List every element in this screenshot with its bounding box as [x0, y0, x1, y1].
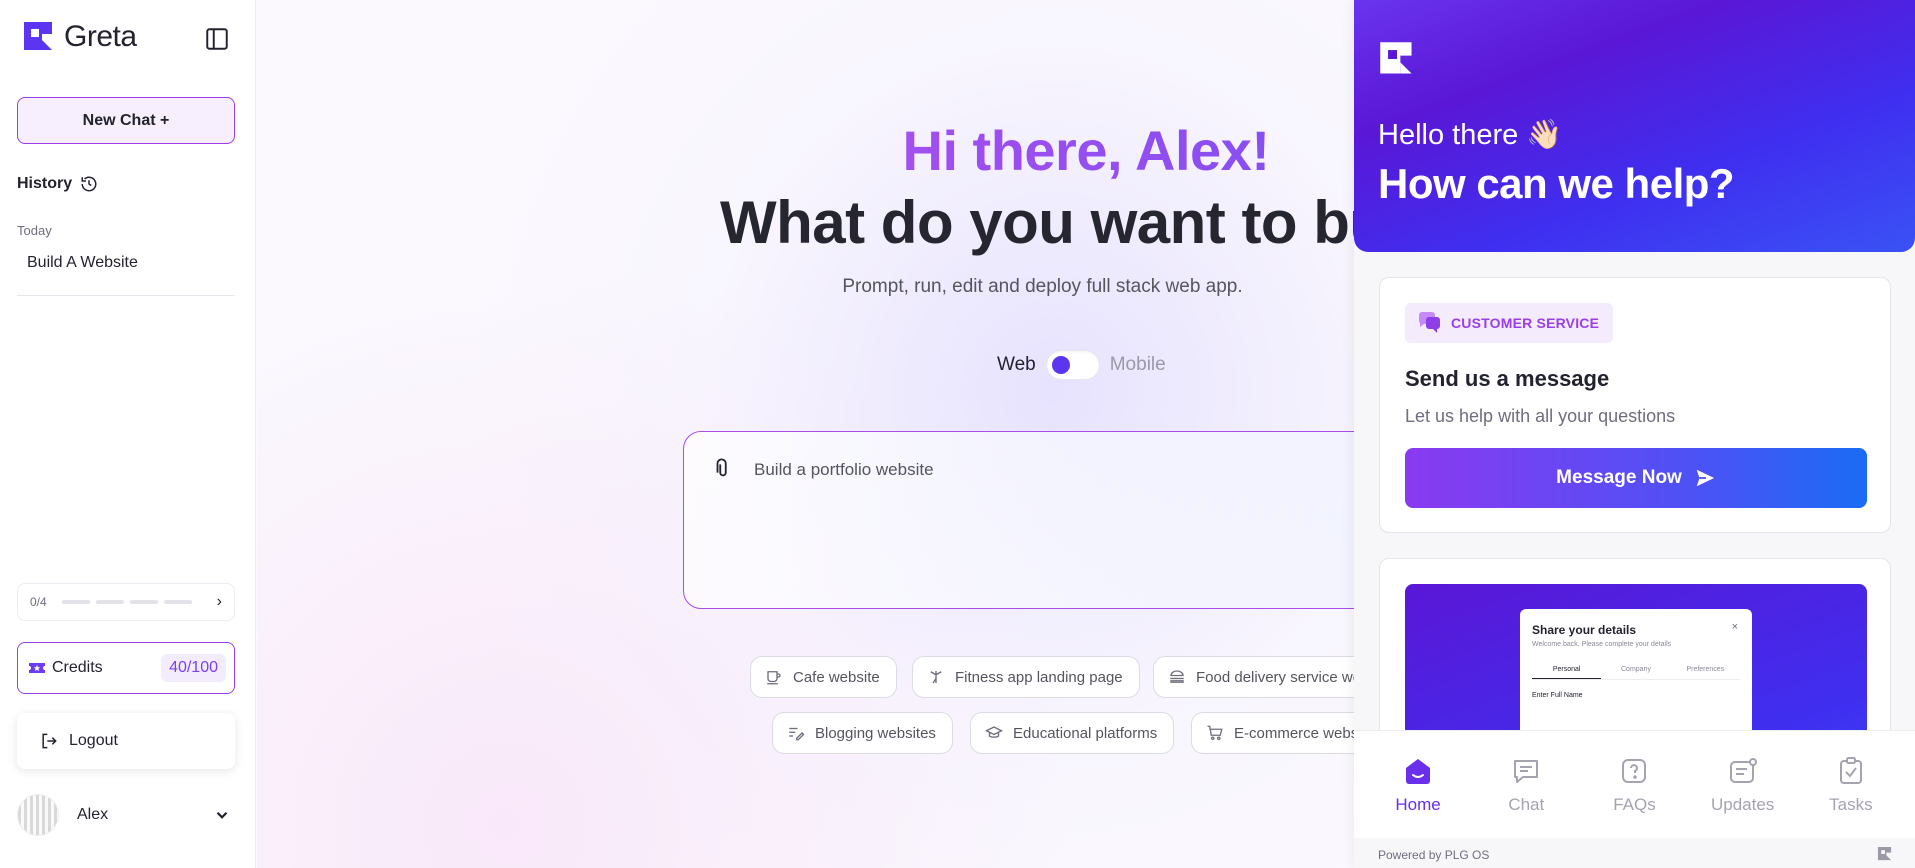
nav-label: Home — [1395, 794, 1441, 814]
progress-segment — [62, 600, 90, 604]
home-icon — [1406, 758, 1431, 784]
logout-button[interactable]: Logout — [17, 713, 235, 769]
nav-label: Updates — [1710, 794, 1775, 814]
progress-segment — [130, 600, 158, 604]
powered-by: Powered by PLG OS — [1378, 848, 1490, 862]
sidebar: Greta New Chat + History Today Build A W… — [0, 0, 256, 868]
mini-form-preview: Share your details Welcome back. Please … — [1520, 609, 1752, 749]
history-header: History — [17, 175, 98, 193]
onboarding-progress[interactable]: 0/4 › — [17, 583, 235, 621]
mini-form-field: Enter Full Name — [1532, 692, 1583, 699]
mini-tab-personal: Personal — [1532, 666, 1602, 679]
suggestion-chip-blogging[interactable]: Blogging websites — [772, 712, 953, 754]
chevron-right-icon: › — [216, 593, 222, 610]
message-card-title: Send us a message — [1405, 366, 1610, 391]
chip-label: Blogging websites — [815, 724, 936, 742]
user-name: Alex — [77, 806, 109, 823]
nav-tasks[interactable]: Tasks — [1806, 755, 1896, 815]
faq-icon — [1622, 758, 1647, 783]
brand-name: Greta — [64, 20, 137, 53]
chat-bubbles-icon — [1419, 312, 1440, 333]
paperclip-icon[interactable] — [712, 458, 734, 480]
badge-label: CUSTOMER SERVICE — [1451, 315, 1600, 331]
send-icon — [1696, 469, 1714, 487]
logout-label: Logout — [69, 732, 118, 749]
credits-count: 40/100 — [161, 654, 226, 682]
nav-chat[interactable]: Chat — [1481, 755, 1571, 815]
fitness-icon — [930, 671, 942, 684]
history-icon[interactable] — [80, 175, 98, 193]
close-icon: × — [1731, 621, 1738, 633]
graduation-cap-icon — [985, 726, 1003, 738]
message-card-subtitle: Let us help with all your questions — [1405, 406, 1676, 426]
nav-updates[interactable]: Updates — [1698, 755, 1788, 815]
ticket-icon — [29, 663, 45, 673]
progress-text: 0/4 — [30, 595, 47, 609]
chat-icon — [1514, 759, 1539, 783]
widget-headline: How can we help? — [1378, 160, 1735, 207]
message-now-label: Message Now — [1556, 467, 1682, 488]
message-now-button[interactable]: Message Now — [1405, 448, 1867, 508]
widget-hello: Hello there 👋🏻 — [1378, 119, 1563, 151]
history-item[interactable]: Build A Website — [27, 254, 138, 272]
nav-label: FAQs — [1613, 794, 1656, 814]
history-label: History — [17, 175, 73, 192]
chip-label: Cafe website — [793, 668, 880, 686]
brand[interactable]: Greta — [22, 20, 137, 54]
progress-segment — [96, 600, 124, 604]
mode-mobile-label[interactable]: Mobile — [1110, 354, 1166, 376]
progress-segments — [62, 600, 209, 604]
suggestion-chip-fitness[interactable]: Fitness app landing page — [912, 656, 1140, 698]
plg-small-logo-icon — [1877, 846, 1892, 861]
mini-form-title: Share your details — [1532, 623, 1637, 637]
nav-home[interactable]: Home — [1373, 755, 1463, 815]
avatar — [17, 794, 59, 836]
greta-logo-icon — [24, 22, 52, 50]
widget-nav: Home Chat FAQs Updates Tasks — [1354, 730, 1915, 838]
switch-knob — [1051, 356, 1070, 374]
chip-label: Educational platforms — [1013, 724, 1158, 742]
nav-label: Chat — [1508, 794, 1545, 814]
coffee-icon — [767, 671, 781, 685]
message-card: CUSTOMER SERVICE Send us a message Let u… — [1379, 277, 1891, 533]
divider — [17, 295, 235, 296]
updates-icon — [1729, 757, 1757, 783]
credits-button[interactable]: Credits 40/100 — [17, 642, 235, 694]
chip-label: Fitness app landing page — [955, 668, 1123, 686]
help-widget: Hello there 👋🏻 How can we help? CUSTOMER… — [1354, 0, 1915, 868]
widget-hero: Hello there 👋🏻 How can we help? — [1354, 0, 1915, 252]
burger-icon — [1170, 670, 1184, 683]
today-label: Today — [17, 223, 52, 238]
mode-toggle: Web Mobile — [997, 350, 1166, 380]
mode-web-label[interactable]: Web — [997, 354, 1036, 376]
credits-label: Credits — [52, 659, 103, 676]
plg-logo-icon — [1380, 42, 1412, 74]
progress-segment — [164, 600, 192, 604]
mini-form-tabs: Personal Company Preferences — [1532, 666, 1740, 680]
suggestion-chip-cafe[interactable]: Cafe website — [750, 656, 897, 698]
mini-tab-preferences: Preferences — [1686, 666, 1725, 673]
prompt-input[interactable] — [754, 460, 1254, 480]
mini-tab-company: Company — [1621, 666, 1651, 673]
chevron-down-icon[interactable] — [213, 806, 231, 824]
user-menu[interactable]: Alex — [17, 794, 235, 836]
new-chat-button[interactable]: New Chat + — [17, 97, 235, 144]
tasks-icon — [1839, 756, 1862, 784]
suggestion-chip-educational[interactable]: Educational platforms — [970, 712, 1175, 754]
mode-switch[interactable] — [1045, 350, 1100, 380]
nav-label: Tasks — [1829, 794, 1873, 814]
nav-faqs[interactable]: FAQs — [1589, 755, 1679, 815]
panel-left-icon[interactable] — [204, 26, 230, 52]
customer-service-badge: CUSTOMER SERVICE — [1405, 303, 1614, 343]
logout-icon — [42, 733, 57, 749]
mini-form-subtitle: Welcome back. Please complete your detai… — [1532, 641, 1672, 648]
cart-icon — [1207, 725, 1223, 741]
pen-lines-icon — [789, 727, 805, 741]
